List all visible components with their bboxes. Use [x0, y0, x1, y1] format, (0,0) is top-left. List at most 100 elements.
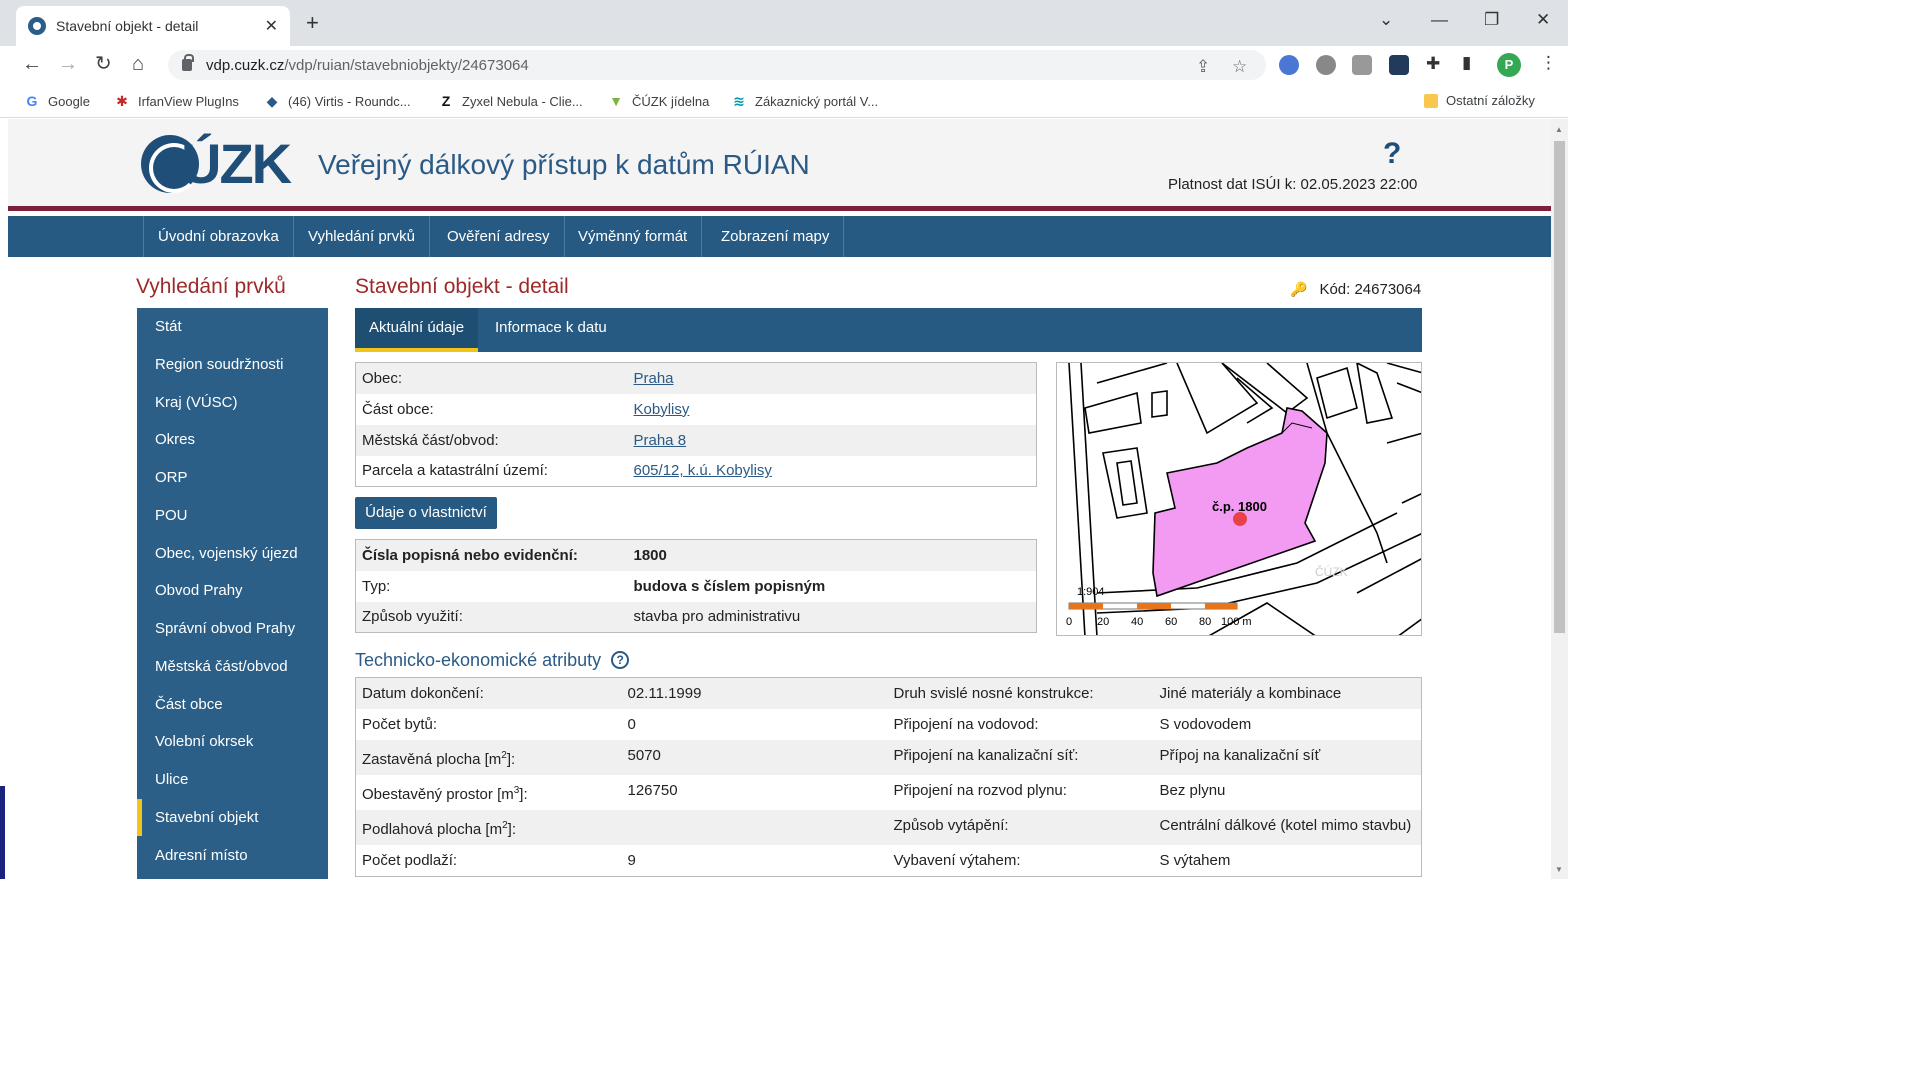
help-circle-icon[interactable]: ? — [611, 651, 630, 669]
sidebar-item-region[interactable]: Region soudržnosti — [137, 346, 328, 383]
link-mestska-cast[interactable]: Praha 8 — [634, 432, 687, 449]
camera-icon[interactable] — [1352, 55, 1372, 75]
location-table: Obec: Praha Část obce: Kobylisy Městská čá… — [355, 362, 1037, 487]
sidebar-item-cast-obce[interactable]: Část obce — [137, 686, 328, 723]
restore-icon[interactable]: ❐ — [1484, 10, 1499, 30]
attr-value: Centrální dálkové (kotel mimo stavbu) — [1153, 810, 1422, 845]
table-row: Počet podlaží: 9 Vybavení výtahem: S výt… — [355, 845, 1422, 877]
nav-overeni-adresy[interactable]: Ověření adresy — [433, 216, 565, 257]
table-row: Městská část/obvod: Praha 8 — [355, 424, 1037, 456]
reload-icon[interactable]: ↻ — [95, 54, 112, 74]
bookmark-item[interactable]: ◆ (46) Virtis - Roundc... — [264, 93, 411, 109]
page-title: Stavební objekt - detail — [355, 275, 569, 298]
bookmark-item[interactable]: Z Zyxel Nebula - Clie... — [438, 93, 583, 109]
sidebar-item-obec[interactable]: Obec, vojenský újezd — [137, 535, 328, 572]
page-scrollbar[interactable]: ▲ ▼ — [1551, 119, 1568, 879]
attr-label: Zastavěná plocha [m2]: — [355, 740, 622, 775]
web-page: ÚZK Veřejný dálkový přístup k datům RÚIA… — [8, 119, 1551, 879]
close-tab-icon[interactable]: ✕ — [265, 16, 278, 36]
nav-vyhledani-prvku[interactable]: Vyhledání prvků — [294, 216, 431, 257]
sidebar-item-mestska-cast[interactable]: Městská část/obvod — [137, 648, 328, 685]
nav-uvodni-obrazovka[interactable]: Úvodní obrazovka — [143, 216, 294, 257]
canteen-icon: ▼ — [609, 93, 623, 109]
bookmark-star-icon[interactable]: ☆ — [1232, 57, 1247, 77]
roundcube-icon: ◆ — [266, 93, 278, 109]
bookmarks-bar: G Google ✱ IrfanView PlugIns ◆ (46) Virtis … — [0, 84, 1568, 118]
building-label: č.p. 1800 — [1212, 499, 1267, 514]
table-row: Zastavěná plocha [m2]: 5070 Připojení na… — [355, 740, 1422, 775]
sidebar-item-stat[interactable]: Stát — [137, 308, 328, 345]
link-obec[interactable]: Praha — [634, 370, 674, 387]
sidebar-item-obvod-prahy[interactable]: Obvod Prahy — [137, 572, 328, 609]
table-row: Čísla popisná nebo evidenční: 1800 — [355, 539, 1037, 571]
url-host: vdp.cuzk.cz — [206, 56, 285, 74]
minimize-icon[interactable]: — — [1431, 10, 1448, 30]
row-value: 1800 — [627, 539, 1037, 571]
url-input[interactable]: vdp.cuzk.cz/vdp/ruian/stavebniobjekty/24… — [168, 50, 1266, 80]
logo-text: ÚZK — [181, 132, 292, 195]
site-header: ÚZK Veřejný dálkový přístup k datům RÚIA… — [8, 119, 1551, 211]
link-cast-obce[interactable]: Kobylisy — [634, 401, 690, 418]
home-icon[interactable]: ⌂ — [132, 54, 144, 74]
other-bookmarks[interactable]: Ostatní záložky — [1424, 93, 1535, 108]
extension-icon[interactable] — [1279, 55, 1299, 75]
tab-informace-k-datu[interactable]: Informace k datu — [481, 308, 621, 352]
sidebar-item-pou[interactable]: POU — [137, 497, 328, 534]
nav-zobrazeni-mapy[interactable]: Zobrazení mapy — [707, 216, 845, 257]
scrollbar-thumb[interactable] — [1554, 141, 1565, 633]
bookmark-item[interactable]: G Google — [24, 93, 90, 109]
attr-value: 0 — [621, 709, 888, 740]
sidebar-item-okres[interactable]: Okres — [137, 421, 328, 458]
attributes-table: Datum dokončení: 02.11.1999 Druh svislé … — [355, 677, 1422, 877]
sidebar-item-spravni-obvod[interactable]: Správní obvod Prahy — [137, 610, 328, 647]
back-icon[interactable]: ← — [22, 54, 42, 74]
sidebar-item-adresni-misto[interactable]: Adresní místo — [137, 837, 328, 874]
browser-tab[interactable]: Stavební objekt - detail ✕ — [16, 6, 290, 46]
share-icon[interactable]: ⇪ — [1196, 57, 1210, 77]
tab-aktualni-udaje[interactable]: Aktuální údaje — [355, 308, 479, 352]
tab-search-icon[interactable]: ⌄ — [1379, 10, 1393, 30]
attr-label: Podlahová plocha [m2]: — [355, 810, 622, 845]
forward-icon[interactable]: → — [58, 54, 78, 74]
row-label: Čísla popisná nebo evidenční: — [355, 539, 628, 571]
row-label: Typ: — [355, 570, 628, 602]
puzzle-icon[interactable]: ✚ — [1426, 54, 1440, 74]
new-tab-icon[interactable]: + — [306, 12, 319, 34]
table-row: Datum dokončení: 02.11.1999 Druh svislé … — [355, 677, 1422, 709]
sidebar-item-stavebni-objekt[interactable]: Stavební objekt — [137, 799, 328, 836]
profile-avatar[interactable]: P — [1497, 53, 1521, 77]
side-panel-icon[interactable]: ▮ — [1462, 53, 1471, 73]
sidebar-item-orp[interactable]: ORP — [137, 459, 328, 496]
link-parcela[interactable]: 605/12, k.ú. Kobylisy — [634, 462, 772, 479]
scroll-down-icon[interactable]: ▼ — [1555, 865, 1563, 874]
table-row: Typ: budova s číslem popisným — [355, 570, 1037, 602]
help-icon[interactable]: ? — [1383, 137, 1401, 171]
scale-tick: 20 — [1097, 616, 1109, 628]
attr-label: Připojení na rozvod plynu: — [887, 775, 1154, 810]
bookmark-item[interactable]: ≋ Zákaznický portál V... — [731, 93, 878, 109]
bookmark-item[interactable]: ✱ IrfanView PlugIns — [114, 93, 239, 109]
cuzk-logo[interactable]: ÚZK — [141, 133, 317, 195]
extension-icon[interactable] — [1389, 55, 1409, 75]
attr-value: S výtahem — [1153, 845, 1422, 877]
ownership-button[interactable]: Údaje o vlastnictví — [355, 497, 497, 529]
extension-icon[interactable] — [1316, 55, 1336, 75]
sidebar-item-ulice[interactable]: Ulice — [137, 761, 328, 798]
app-title: Veřejný dálkový přístup k datům RÚIAN — [318, 149, 810, 180]
sidebar-item-kraj[interactable]: Kraj (VÚSC) — [137, 384, 328, 421]
nav-vymenny-format[interactable]: Výměnný formát — [564, 216, 703, 257]
row-value: Praha 8 — [627, 424, 1037, 456]
sidebar-item-volebni-okrsek[interactable]: Volební okrsek — [137, 723, 328, 760]
row-value: 605/12, k.ú. Kobylisy — [627, 455, 1037, 487]
scroll-up-icon[interactable]: ▲ — [1555, 125, 1563, 134]
main-nav: Úvodní obrazovka Vyhledání prvků Ověření… — [8, 216, 1551, 257]
browser-tabstrip: Stavební objekt - detail ✕ + ⌄ — ❐ ✕ — [0, 0, 1568, 46]
attr-label: Druh svislé nosné konstrukce: — [887, 677, 1154, 709]
table-row: Obestavěný prostor [m3]: 126750 Připojen… — [355, 775, 1422, 810]
cadastral-map[interactable]: č.p. 1800 ČÚZK 1:904 0 20 40 60 80 100 m — [1056, 362, 1422, 636]
lock-icon[interactable] — [182, 54, 194, 71]
close-window-icon[interactable]: ✕ — [1536, 10, 1550, 30]
attr-value: 126750 — [621, 775, 888, 810]
bookmark-item[interactable]: ▼ ČÚZK jídelna — [608, 93, 709, 109]
menu-icon[interactable]: ⋮ — [1540, 53, 1557, 73]
